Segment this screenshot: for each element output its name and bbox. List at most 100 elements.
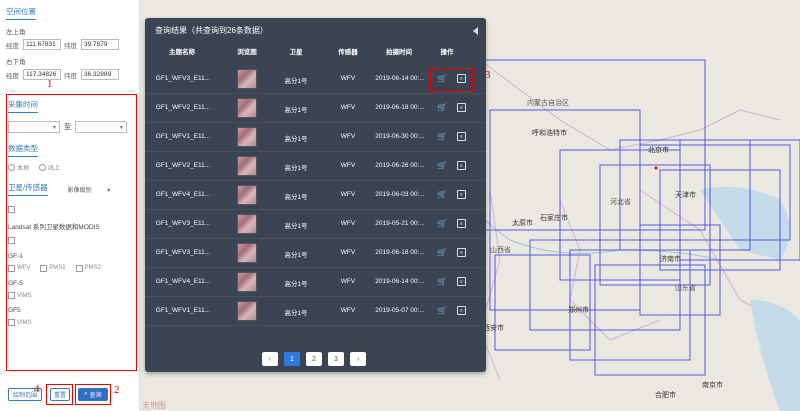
table-row[interactable]: GF1_WFV1_E11... 高分1号 WFV 2019-05-07 00:... 🛒…	[145, 297, 486, 326]
table-header: 主题名称 浏览图 卫星 传感器 拍摄时间 操作	[145, 46, 486, 60]
cart-icon[interactable]: 🛒	[437, 190, 447, 199]
row-time: 2019-06-14 00:...	[375, 278, 425, 285]
row-name: GF1_WFV3_E11...	[155, 75, 211, 82]
document-icon[interactable]: ≡	[457, 306, 466, 315]
thumbnail-image[interactable]	[237, 301, 257, 321]
thumbnail-image[interactable]	[237, 243, 257, 263]
br-lon-input[interactable]	[23, 69, 61, 80]
document-icon[interactable]: ≡	[457, 190, 466, 199]
document-icon[interactable]: ≡	[457, 132, 466, 141]
table-row[interactable]: GF1_WFV2_E11... 高分1号 WFV 2019-06-18 00:... 🛒…	[145, 94, 486, 123]
col-header: 传感器	[338, 49, 358, 56]
tl-lat-input[interactable]	[81, 39, 119, 50]
row-satellite: 高分1号	[284, 223, 308, 230]
thumbnail-image[interactable]	[237, 272, 257, 292]
annotation-box	[6, 94, 137, 371]
cart-icon[interactable]: 🛒	[437, 103, 447, 112]
cart-icon[interactable]: 🛒	[437, 277, 447, 286]
annotation-box	[46, 384, 73, 405]
svg-text:天地图: 天地图	[142, 400, 166, 410]
row-name: GF1_WFV3_E11...	[155, 249, 211, 256]
row-satellite: 高分1号	[284, 136, 308, 143]
table-row[interactable]: GF1_WFV4_E11... 高分1号 WFV 2019-06-14 00:... 🛒…	[145, 268, 486, 297]
document-icon[interactable]: ≡	[457, 161, 466, 170]
page-button[interactable]: 1	[284, 352, 300, 366]
table-row[interactable]: GF1_WFV1_E11... 高分1号 WFV 2019-06-30 00:... 🛒…	[145, 123, 486, 152]
map-label: 内蒙古自治区	[527, 100, 569, 107]
collapse-icon[interactable]	[473, 27, 478, 35]
bottom-right-label: 右下角	[6, 59, 26, 66]
cart-icon[interactable]: 🛒	[437, 132, 447, 141]
cart-icon[interactable]: 🛒	[437, 306, 447, 315]
map-label: 石家庄市	[540, 215, 568, 222]
map-label: 呼和浩特市	[532, 130, 567, 137]
row-name: GF1_WFV1_E11...	[155, 133, 211, 140]
thumbnail-image[interactable]	[237, 156, 257, 176]
tl-lon-input[interactable]	[23, 39, 61, 50]
row-time: 2019-06-30 00:...	[375, 133, 425, 140]
row-time: 2019-06-14 00:...	[375, 75, 425, 82]
map-label: 合肥市	[655, 392, 676, 399]
row-sensor: WFV	[340, 133, 356, 140]
row-satellite: 高分1号	[284, 194, 308, 201]
row-name: GF1_WFV3_E11...	[155, 220, 211, 227]
row-sensor: WFV	[340, 191, 356, 198]
thumbnail-image[interactable]	[237, 214, 257, 234]
col-header: 拍摄时间	[386, 49, 412, 56]
row-sensor: WFV	[340, 162, 356, 169]
map-label: 郑州市	[568, 307, 589, 314]
row-name: GF1_WFV2_E11...	[155, 104, 211, 111]
thumbnail-image[interactable]	[237, 185, 257, 205]
row-sensor: WFV	[340, 249, 356, 256]
thumbnail-image[interactable]	[237, 98, 257, 118]
thumbnail-image[interactable]	[237, 127, 257, 147]
col-header: 操作	[440, 49, 454, 56]
document-icon[interactable]: ≡	[457, 277, 466, 286]
top-left-label: 左上角	[6, 29, 26, 36]
map-label: 河北省	[610, 199, 631, 206]
map-label: 北京市	[648, 147, 669, 154]
page-button[interactable]: 3	[328, 352, 344, 366]
row-sensor: WFV	[340, 75, 356, 82]
document-icon[interactable]: ≡	[457, 103, 466, 112]
row-time: 2019-05-21 00:...	[375, 220, 425, 227]
document-icon[interactable]: ≡	[457, 248, 466, 257]
row-satellite: 高分1号	[284, 310, 308, 317]
row-name: GF1_WFV1_E11...	[155, 307, 211, 314]
table-row[interactable]: GF1_WFV2_E11... 高分1号 WFV 2019-06-26 00:... 🛒…	[145, 152, 486, 181]
annotation-number: 2	[114, 384, 120, 396]
annotation-number: 4	[34, 383, 40, 395]
table-row[interactable]: GF1_WFV3_E11... 高分1号 WFV 2019-05-21 00:... 🛒…	[145, 210, 486, 239]
row-satellite: 高分1号	[284, 252, 308, 259]
cart-icon[interactable]: 🛒	[437, 161, 447, 170]
next-page-button[interactable]: ›	[350, 352, 366, 366]
row-time: 2019-06-03 00:...	[375, 191, 425, 198]
row-time: 2019-06-18 00:...	[375, 104, 425, 111]
br-lat-input[interactable]	[81, 69, 119, 80]
thumbnail-image[interactable]	[237, 69, 257, 89]
results-title: 查询结果（共查询到26条数据）	[155, 25, 268, 35]
table-row[interactable]: GF1_WFV4_E11... 高分1号 WFV 2019-06-03 00:... 🛒…	[145, 181, 486, 210]
cart-icon[interactable]: 🛒	[437, 219, 447, 228]
page-button[interactable]: 2	[306, 352, 322, 366]
lat-label: 纬度	[64, 42, 77, 50]
table-row[interactable]: GF1_WFV3_E11... 高分1号 WFV 2019-06-18 00:... 🛒…	[145, 239, 486, 268]
map-label: 山西省	[490, 247, 511, 254]
results-panel: 查询结果（共查询到26条数据） 主题名称 浏览图 卫星 传感器 拍摄时间 操作 …	[145, 18, 491, 372]
annotation-number: 3	[485, 69, 491, 81]
annotation-box	[430, 68, 473, 92]
spatial-section-title: 空间位置	[6, 6, 36, 20]
document-icon[interactable]: ≡	[457, 219, 466, 228]
prev-page-button[interactable]: ‹	[262, 352, 278, 366]
lat-label: 纬度	[64, 72, 77, 80]
col-header: 主题名称	[169, 49, 195, 56]
col-header: 卫星	[289, 49, 303, 56]
annotation-number: 1	[47, 78, 53, 90]
map-label: 济南市	[660, 256, 681, 263]
cart-icon[interactable]: 🛒	[437, 248, 447, 257]
map-label: 西安市	[483, 325, 504, 332]
pagination: ‹ 1 2 3 ›	[145, 352, 486, 366]
lon-label: 经度	[6, 72, 19, 80]
row-name: GF1_WFV2_E11...	[155, 162, 211, 169]
row-name: GF1_WFV4_E11...	[155, 191, 211, 198]
